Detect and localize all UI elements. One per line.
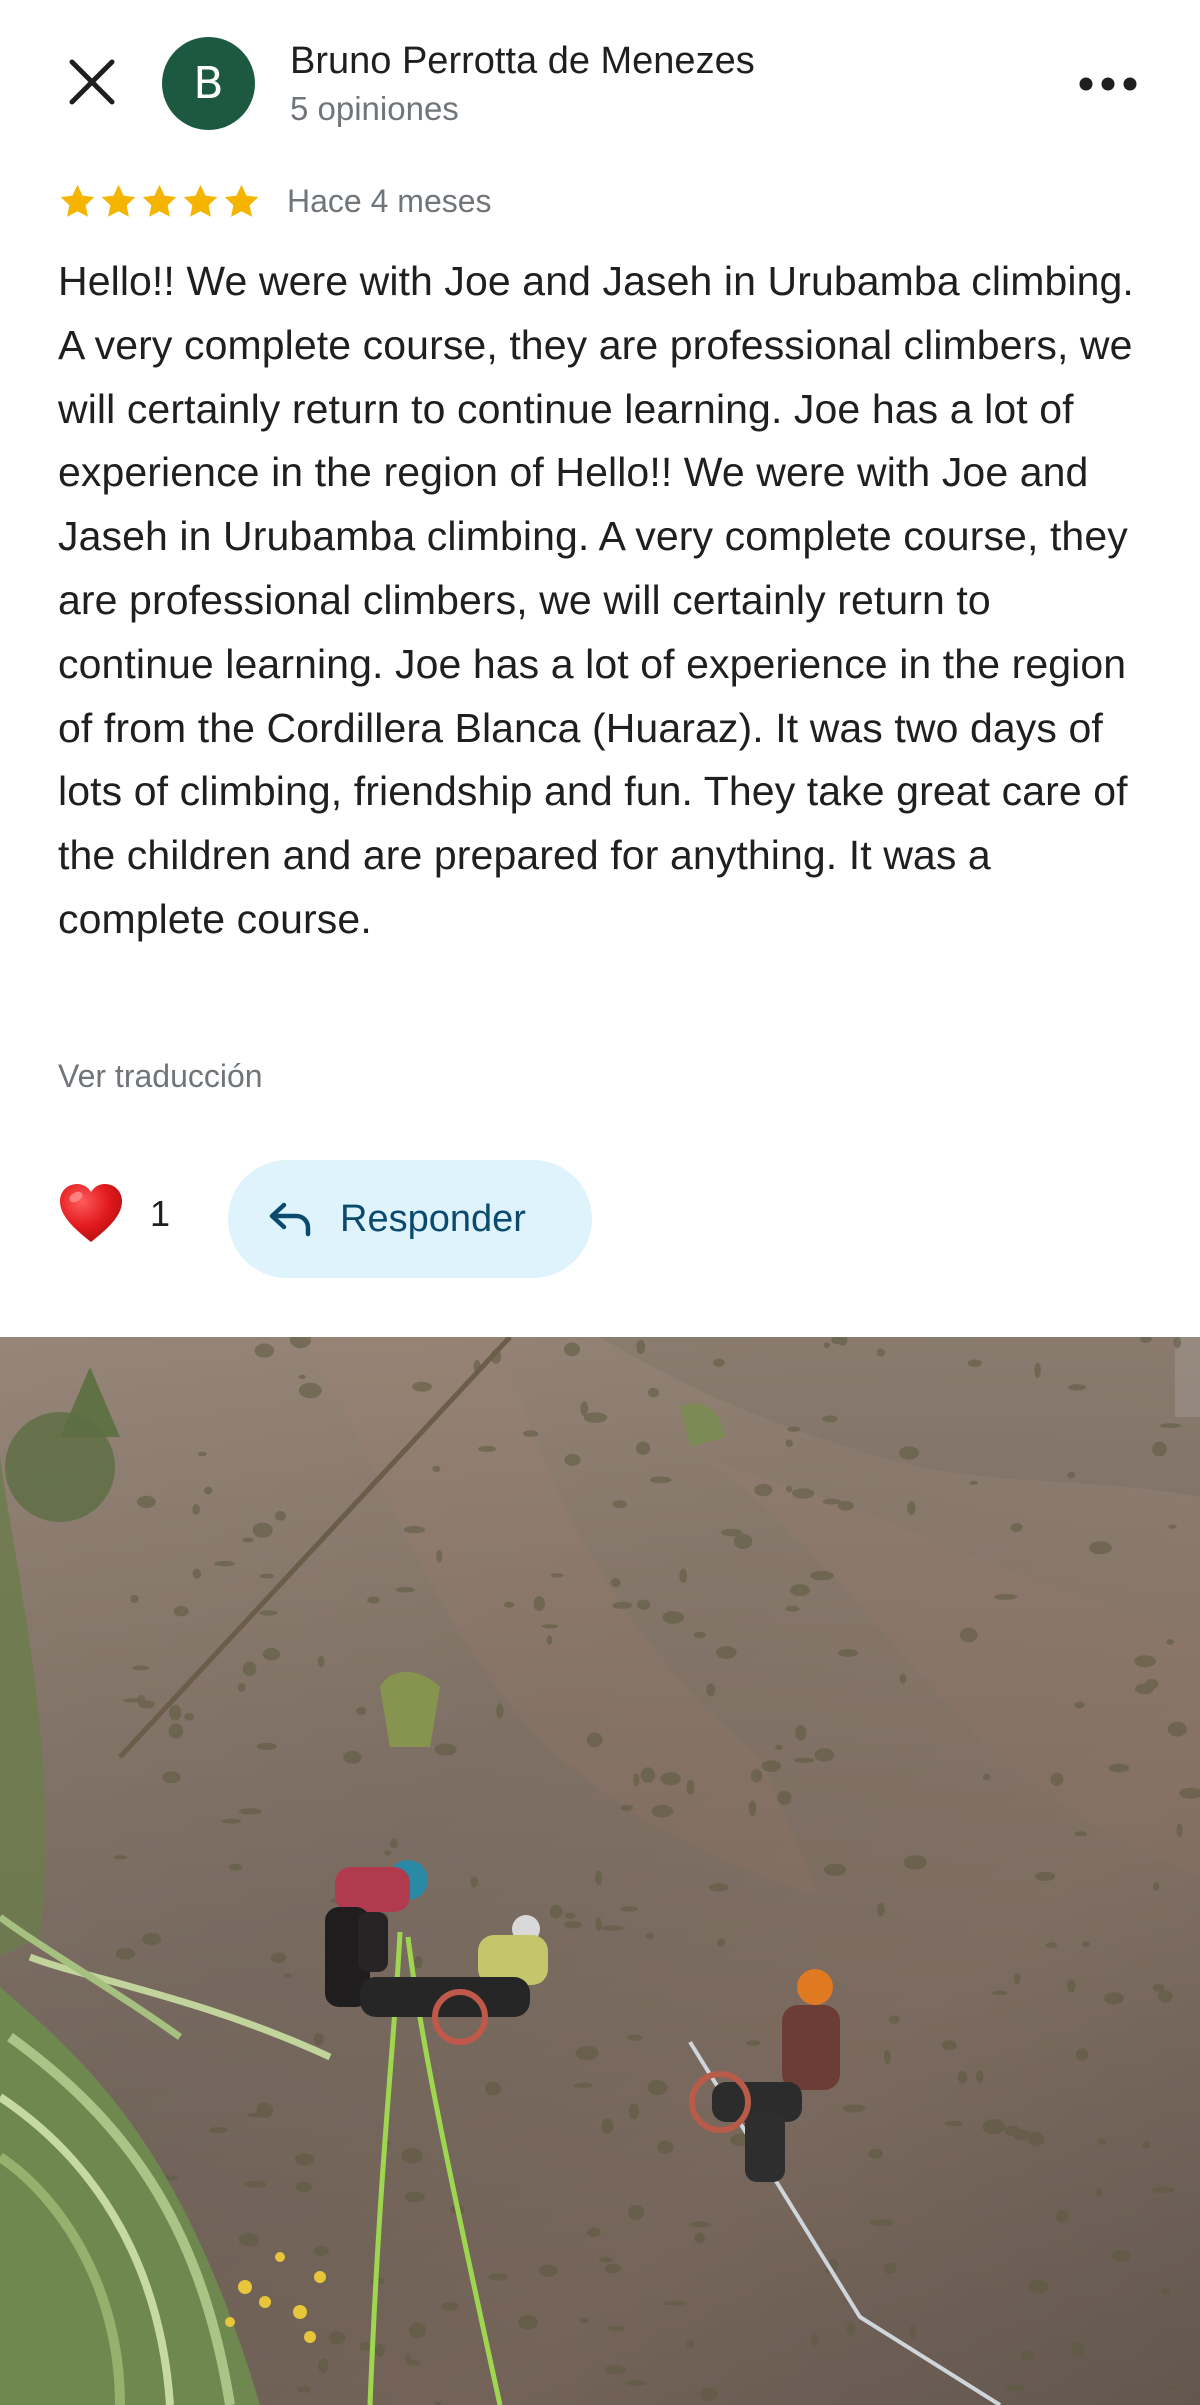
star-icon — [142, 184, 177, 217]
avatar[interactable]: B — [162, 37, 255, 130]
like-count: 1 — [150, 1193, 171, 1234]
reply-icon — [269, 1202, 311, 1237]
see-translation-link[interactable]: Ver traducción — [58, 1058, 263, 1095]
star-icon — [60, 184, 95, 217]
like-button[interactable]: 1 — [58, 1182, 170, 1246]
rating-row: Hace 4 meses — [58, 178, 492, 224]
star-rating — [58, 182, 261, 221]
more-horizontal-icon — [1079, 77, 1137, 91]
close-button[interactable] — [62, 52, 122, 112]
rock-climbing-photo[interactable] — [0, 1337, 1200, 2405]
star-icon — [183, 184, 218, 217]
star-icon — [224, 184, 259, 217]
author-name[interactable]: Bruno Perrotta de Menezes — [290, 40, 755, 83]
close-icon — [69, 59, 115, 105]
reply-button[interactable]: Responder — [228, 1160, 592, 1278]
review-header: B Bruno Perrotta de Menezes 5 opiniones — [0, 0, 1200, 170]
star-icon — [101, 184, 136, 217]
heart-icon — [60, 1184, 122, 1242]
review-actions: 1 Responder — [0, 1160, 1200, 1278]
reply-label: Responder — [340, 1197, 526, 1240]
author-review-count: 5 opiniones — [290, 90, 459, 127]
review-text: Hello!! We were with Joe and Jaseh in Ur… — [58, 258, 1134, 942]
more-options-button[interactable] — [1078, 64, 1138, 104]
review-date: Hace 4 meses — [287, 182, 492, 219]
review-photo-image — [0, 1337, 1200, 2405]
